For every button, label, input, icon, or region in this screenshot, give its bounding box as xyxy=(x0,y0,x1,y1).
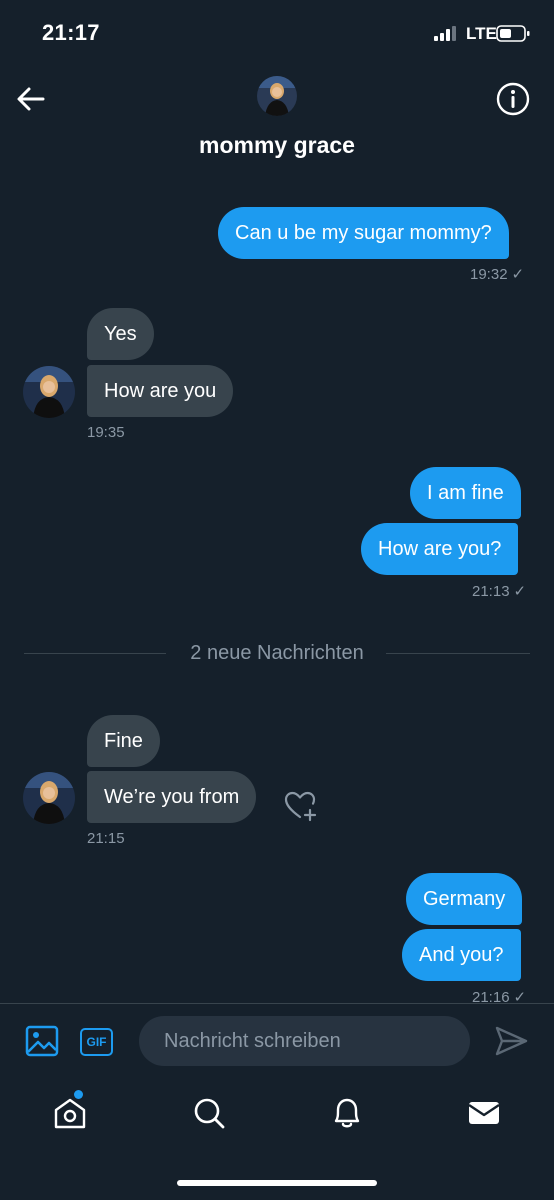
sent-message[interactable]: I am fine xyxy=(410,467,521,519)
home-icon[interactable] xyxy=(50,1093,90,1133)
message-input[interactable]: Nachricht schreiben xyxy=(139,1016,470,1066)
message-composer: GIF Nachricht schreiben xyxy=(0,1003,554,1081)
notification-dot xyxy=(74,1090,83,1099)
message-text: I am fine xyxy=(427,481,504,504)
read-check-icon: ✓ xyxy=(513,583,527,600)
conversation-header: mommy grace xyxy=(0,70,554,170)
sent-message[interactable]: Can u be my sugar mommy? xyxy=(218,207,509,259)
message-text: Germany xyxy=(423,887,506,910)
network-label: LTE xyxy=(466,24,497,43)
message-text: Yes xyxy=(104,322,137,345)
status-time: 21:17 xyxy=(42,20,100,45)
signal-icon xyxy=(434,26,456,41)
battery-icon xyxy=(496,25,530,42)
back-arrow-icon[interactable] xyxy=(14,82,48,116)
search-icon[interactable] xyxy=(189,1093,229,1133)
message-text: How are you xyxy=(104,379,217,402)
sender-avatar[interactable] xyxy=(23,366,75,418)
bell-icon[interactable] xyxy=(327,1093,367,1133)
received-message[interactable]: We’re you from xyxy=(87,771,257,823)
received-message[interactable]: Fine xyxy=(87,715,160,767)
message-timestamp: 19:32 ✓ xyxy=(470,266,525,283)
message-text: We’re you from xyxy=(104,785,240,808)
new-messages-divider: 2 neue Nachrichten xyxy=(24,640,530,666)
status-bar: 21:17 LTE xyxy=(0,0,554,70)
message-text: Fine xyxy=(104,729,143,752)
read-check-icon: ✓ xyxy=(511,266,525,283)
received-message[interactable]: Yes xyxy=(87,308,154,360)
info-icon[interactable] xyxy=(494,80,532,118)
mail-icon[interactable] xyxy=(464,1093,504,1133)
gif-button[interactable]: GIF xyxy=(80,1028,113,1056)
sent-message[interactable]: How are you? xyxy=(361,523,519,575)
message-text: How are you? xyxy=(378,537,502,560)
contact-name[interactable]: mommy grace xyxy=(0,132,554,159)
sent-message[interactable]: And you? xyxy=(402,929,521,981)
send-icon[interactable] xyxy=(493,1023,529,1059)
message-timestamp: 21:15 xyxy=(87,830,125,847)
received-message[interactable]: How are you xyxy=(87,365,234,417)
message-text: And you? xyxy=(419,943,504,966)
message-text: Can u be my sugar mommy? xyxy=(235,221,492,244)
home-indicator xyxy=(177,1180,377,1186)
sent-message[interactable]: Germany xyxy=(406,873,523,925)
divider-label: 2 neue Nachrichten xyxy=(190,642,364,664)
message-timestamp: 19:35 xyxy=(87,424,125,441)
sender-avatar[interactable] xyxy=(23,772,75,824)
add-reaction-heart-icon[interactable] xyxy=(284,789,318,823)
contact-avatar[interactable] xyxy=(257,76,297,116)
message-timestamp: 21:13 ✓ xyxy=(472,583,527,600)
bottom-tab-bar xyxy=(0,1081,554,1200)
image-icon[interactable] xyxy=(25,1024,59,1058)
